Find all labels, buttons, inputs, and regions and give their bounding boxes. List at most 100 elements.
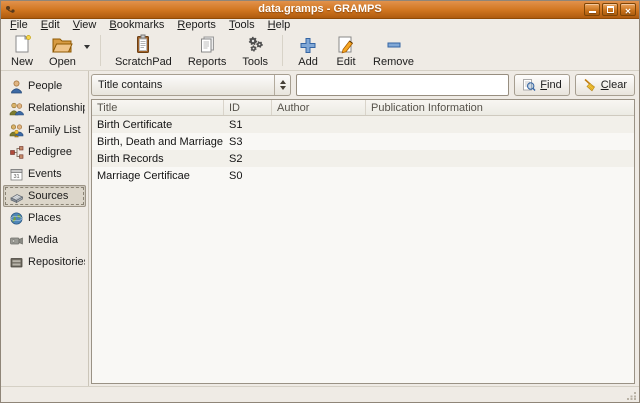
new-button[interactable]: New [3, 32, 41, 69]
filter-field-selector[interactable]: Title contains [91, 74, 291, 96]
scratchpad-label: ScratchPad [115, 56, 172, 68]
scratchpad-button[interactable]: ScratchPad [107, 32, 180, 69]
minimize-icon [589, 11, 596, 13]
cell-id: S2 [224, 150, 272, 167]
main-area: People Relationships [1, 71, 639, 386]
cell-publication [366, 116, 634, 133]
up-arrow-icon [280, 80, 286, 84]
scratchpad-clipboard-icon [132, 34, 154, 55]
window-controls [584, 3, 636, 16]
sidebar-item-relationships[interactable]: Relationships [3, 97, 86, 119]
menu-view[interactable]: View [68, 19, 105, 31]
repository-cabinet-icon [9, 255, 24, 270]
cell-author [272, 116, 366, 133]
sidebar-item-events[interactable]: 31 Events [3, 163, 86, 185]
close-button[interactable] [620, 3, 636, 16]
category-sidebar: People Relationships [1, 71, 89, 386]
add-label: Add [298, 56, 318, 68]
table-row[interactable]: Marriage Certificae S0 [92, 167, 634, 184]
clear-broom-icon [583, 78, 597, 92]
cell-author [272, 167, 366, 184]
cell-title: Birth, Death and Marriage R... [92, 133, 224, 150]
open-label: Open [49, 56, 76, 68]
reports-button[interactable]: Reports [180, 32, 235, 69]
filter-field-value: Title contains [92, 75, 274, 95]
reports-documents-icon [196, 34, 218, 55]
menubar: File Edit View Bookmarks Reports Tools H… [1, 19, 639, 31]
titlebar[interactable]: data.gramps - GRAMPS [1, 1, 639, 19]
menu-help[interactable]: Help [263, 19, 299, 31]
table-body: Birth Certificate S1 Birth, Death and Ma… [92, 116, 634, 184]
sidebar-label: Pedigree [28, 146, 72, 158]
toolbar-separator [282, 35, 283, 66]
sidebar-item-sources[interactable]: Sources [3, 185, 86, 207]
toolbar-separator [100, 35, 101, 66]
sidebar-item-people[interactable]: People [3, 75, 86, 97]
column-header-id[interactable]: ID [224, 100, 272, 115]
calendar-icon: 31 [9, 167, 24, 182]
edit-button[interactable]: Edit [327, 32, 365, 69]
cell-title: Marriage Certificae [92, 167, 224, 184]
search-input[interactable] [296, 74, 509, 96]
edit-pencil-icon [335, 34, 357, 55]
app-icon[interactable] [4, 4, 16, 16]
remove-label: Remove [373, 56, 414, 68]
sidebar-item-pedigree[interactable]: Pedigree [3, 141, 86, 163]
reports-label: Reports [188, 56, 227, 68]
menu-reports[interactable]: Reports [172, 19, 224, 31]
two-people-icon [9, 101, 24, 116]
column-header-author[interactable]: Author [272, 100, 366, 115]
cell-publication [366, 133, 634, 150]
sidebar-item-family-list[interactable]: Family List [3, 119, 86, 141]
remove-button[interactable]: Remove [365, 32, 422, 69]
minimize-button[interactable] [584, 3, 600, 16]
cell-id: S3 [224, 133, 272, 150]
spinner-arrows-icon[interactable] [274, 75, 290, 95]
toolbar: New Open ScratchPad [1, 31, 639, 71]
remove-minus-icon [383, 34, 405, 55]
add-plus-icon [297, 34, 319, 55]
cell-publication [366, 150, 634, 167]
menu-tools[interactable]: Tools [224, 19, 263, 31]
cell-title: Birth Certificate [92, 116, 224, 133]
find-button[interactable]: Find [514, 74, 569, 96]
sidebar-label: Events [28, 168, 62, 180]
tools-button[interactable]: Tools [234, 32, 276, 69]
column-header-publication[interactable]: Publication Information [366, 100, 634, 115]
cell-id: S1 [224, 116, 272, 133]
pedigree-tree-icon [9, 145, 24, 160]
tools-label: Tools [242, 56, 268, 68]
maximize-icon [607, 6, 614, 13]
gramps-window: data.gramps - GRAMPS File Edit View Book… [0, 0, 640, 403]
column-header-title[interactable]: Title [92, 100, 224, 115]
filter-bar: Title contains Find [91, 74, 635, 96]
menu-file[interactable]: File [5, 19, 36, 31]
open-button[interactable]: Open [41, 32, 84, 69]
maximize-button[interactable] [602, 3, 618, 16]
sources-table: Title ID Author Publication Information … [91, 99, 635, 384]
open-folder-icon [50, 34, 74, 55]
clear-label: Clear [601, 79, 627, 91]
sidebar-item-media[interactable]: Media [3, 229, 86, 251]
globe-icon [9, 211, 24, 226]
table-row[interactable]: Birth Certificate S1 [92, 116, 634, 133]
cell-title: Birth Records [92, 150, 224, 167]
resize-grip[interactable] [626, 390, 637, 401]
clear-button[interactable]: Clear [575, 74, 635, 96]
chevron-down-icon [84, 45, 90, 49]
sidebar-label: Places [28, 212, 61, 224]
table-row[interactable]: Birth Records S2 [92, 150, 634, 167]
sources-book-icon [9, 189, 24, 204]
close-icon [625, 1, 632, 19]
person-icon [9, 79, 24, 94]
open-dropdown-button[interactable] [80, 34, 94, 69]
add-button[interactable]: Add [289, 32, 327, 69]
sidebar-item-places[interactable]: Places [3, 207, 86, 229]
menu-bookmarks[interactable]: Bookmarks [104, 19, 172, 31]
menu-edit[interactable]: Edit [36, 19, 68, 31]
table-row[interactable]: Birth, Death and Marriage R... S3 [92, 133, 634, 150]
find-label: Find [540, 79, 561, 91]
statusbar [1, 386, 639, 402]
tools-gears-icon [244, 34, 266, 55]
sidebar-item-repositories[interactable]: Repositories [3, 251, 86, 273]
